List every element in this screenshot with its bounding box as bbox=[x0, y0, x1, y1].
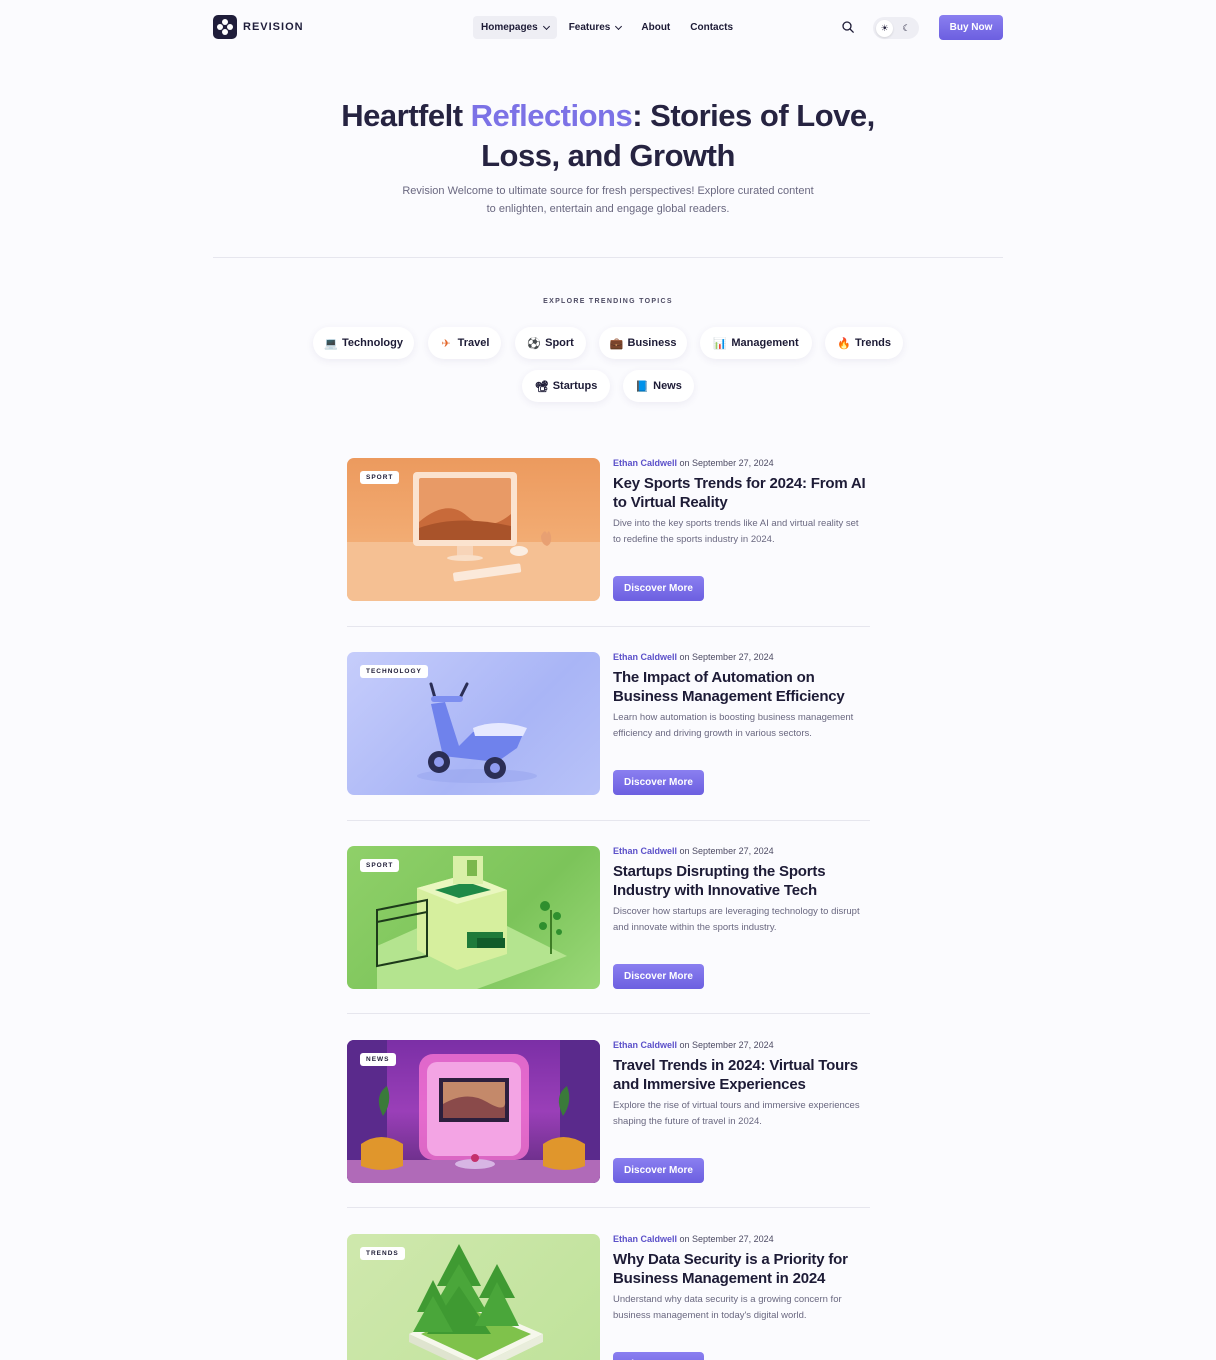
nav-contacts[interactable]: Contacts bbox=[682, 16, 741, 39]
post-divider bbox=[347, 626, 870, 627]
post-thumbnail[interactable]: SPORT bbox=[347, 846, 600, 989]
category-badge[interactable]: TRENDS bbox=[360, 1247, 405, 1260]
post-card: TECHNOLOGY Ethan Caldwell on September 2… bbox=[347, 652, 870, 795]
nav-label: About bbox=[641, 22, 671, 33]
briefcase-icon: 💼 bbox=[609, 337, 624, 350]
logo[interactable]: REVISION bbox=[213, 15, 304, 39]
topic-chip-startups[interactable]: 📽 Startups bbox=[522, 370, 610, 402]
post-title[interactable]: Why Data Security is a Priority for Busi… bbox=[613, 1251, 868, 1288]
nav-label: Features bbox=[568, 22, 611, 33]
topic-chip-sport[interactable]: ⚽ Sport bbox=[515, 327, 586, 359]
main-nav: Homepages Features About Contacts bbox=[473, 16, 745, 39]
search-icon[interactable] bbox=[842, 21, 854, 33]
moon-icon[interactable]: ☾ bbox=[898, 20, 915, 37]
category-badge[interactable]: TECHNOLOGY bbox=[360, 665, 428, 678]
topic-label: Business bbox=[627, 337, 677, 349]
divider bbox=[213, 257, 1003, 258]
post-title[interactable]: The Impact of Automation on Business Man… bbox=[613, 669, 868, 706]
buy-now-button[interactable]: Buy Now bbox=[939, 15, 1003, 40]
post-title[interactable]: Startups Disrupting the Sports Industry … bbox=[613, 863, 868, 900]
topic-chip-technology[interactable]: 💻 Technology bbox=[313, 327, 414, 359]
post-meta: Ethan Caldwell on September 27, 2024 bbox=[613, 652, 774, 662]
nav-about[interactable]: About bbox=[633, 16, 678, 39]
post-excerpt: Discover how startups are leveraging tec… bbox=[613, 906, 860, 933]
nav-homepages[interactable]: Homepages bbox=[473, 16, 557, 39]
post-divider bbox=[347, 1207, 870, 1208]
author-link[interactable]: Ethan Caldwell bbox=[613, 846, 677, 856]
post-excerpt: Explore the rise of virtual tours and im… bbox=[613, 1100, 860, 1127]
chevron-down-icon bbox=[615, 22, 623, 30]
topic-chip-trends[interactable]: 🔥 Trends bbox=[825, 327, 903, 359]
discover-more-button[interactable]: Discover More bbox=[613, 770, 704, 795]
topic-label: Technology bbox=[342, 337, 403, 349]
chevron-down-icon bbox=[542, 22, 550, 30]
topic-label: News bbox=[653, 380, 682, 392]
post-thumbnail[interactable]: TECHNOLOGY bbox=[347, 652, 600, 795]
post-card: SPORT Ethan Caldwell on September 27, 20… bbox=[347, 846, 870, 989]
airplane-icon: ✈ bbox=[441, 337, 451, 350]
discover-more-button[interactable]: Discover More bbox=[613, 964, 704, 989]
logo-text: REVISION bbox=[243, 21, 304, 33]
post-excerpt: Understand why data security is a growin… bbox=[613, 1294, 842, 1321]
topic-label: Sport bbox=[545, 337, 574, 349]
topic-label: Travel bbox=[457, 337, 490, 349]
author-link[interactable]: Ethan Caldwell bbox=[613, 1234, 677, 1244]
topics-heading: EXPLORE TRENDING TOPICS bbox=[543, 298, 673, 305]
post-date: on September 27, 2024 bbox=[679, 652, 774, 662]
hero-subtitle: Revision Welcome to ultimate source for … bbox=[402, 185, 814, 215]
post-card: SPORT Ethan Caldwell on September 27, 20… bbox=[347, 458, 870, 601]
discover-more-button[interactable]: Discover More bbox=[613, 1158, 704, 1183]
post-thumbnail[interactable]: SPORT bbox=[347, 458, 600, 601]
topic-label: Management bbox=[731, 337, 799, 349]
topic-chip-travel[interactable]: ✈ Travel bbox=[428, 327, 501, 359]
author-link[interactable]: Ethan Caldwell bbox=[613, 652, 677, 662]
category-badge[interactable]: NEWS bbox=[360, 1053, 396, 1066]
nav-label: Contacts bbox=[690, 22, 734, 33]
post-card: TRENDS Ethan Caldwell on September 27, 2… bbox=[347, 1234, 870, 1360]
topic-label: Startups bbox=[552, 380, 598, 392]
projector-icon: 📽 bbox=[534, 380, 549, 393]
post-date: on September 27, 2024 bbox=[679, 846, 774, 856]
nav-label: Homepages bbox=[481, 22, 538, 33]
author-link[interactable]: Ethan Caldwell bbox=[613, 1040, 677, 1050]
post-excerpt: Learn how automation is boosting busines… bbox=[613, 712, 854, 739]
laptop-icon: 💻 bbox=[324, 337, 338, 350]
post-title[interactable]: Travel Trends in 2024: Virtual Tours and… bbox=[613, 1057, 868, 1094]
post-date: on September 27, 2024 bbox=[679, 458, 774, 468]
post-meta: Ethan Caldwell on September 27, 2024 bbox=[613, 846, 774, 856]
post-excerpt: Dive into the key sports trends like AI … bbox=[613, 518, 859, 545]
post-date: on September 27, 2024 bbox=[679, 1040, 774, 1050]
theme-toggle[interactable]: ☀ ☾ bbox=[873, 17, 919, 39]
post-title[interactable]: Key Sports Trends for 2024: From AI to V… bbox=[613, 475, 868, 512]
hero-title-part1: Heartfelt bbox=[341, 98, 471, 133]
post-thumbnail[interactable]: TRENDS bbox=[347, 1234, 600, 1360]
hero-title-accent: Reflections bbox=[470, 98, 633, 133]
post-meta: Ethan Caldwell on September 27, 2024 bbox=[613, 458, 774, 468]
post-divider bbox=[347, 820, 870, 821]
discover-more-button[interactable]: Discover More bbox=[613, 576, 704, 601]
category-badge[interactable]: SPORT bbox=[360, 471, 400, 484]
discover-more-button[interactable]: Discover More bbox=[613, 1352, 704, 1360]
category-badge[interactable]: SPORT bbox=[360, 859, 400, 872]
post-divider bbox=[347, 1013, 870, 1014]
logo-icon bbox=[213, 15, 237, 39]
author-link[interactable]: Ethan Caldwell bbox=[613, 458, 677, 468]
topic-chip-news[interactable]: 📘 News bbox=[623, 370, 694, 402]
fire-icon: 🔥 bbox=[836, 337, 851, 350]
post-meta: Ethan Caldwell on September 27, 2024 bbox=[613, 1040, 774, 1050]
hero-title: Heartfelt Reflections: Stories of Love, … bbox=[308, 96, 908, 176]
post-meta: Ethan Caldwell on September 27, 2024 bbox=[613, 1234, 774, 1244]
topic-chip-management[interactable]: 📊 Management bbox=[700, 327, 812, 359]
bar-chart-icon: 📊 bbox=[713, 337, 728, 350]
post-thumbnail[interactable]: NEWS bbox=[347, 1040, 600, 1183]
topic-chip-business[interactable]: 💼 Business bbox=[599, 327, 687, 359]
site-header: REVISION Homepages Features About Contac… bbox=[0, 0, 1216, 56]
post-card: NEWS Ethan Caldwell on September 27, 202… bbox=[347, 1040, 870, 1183]
nav-features[interactable]: Features bbox=[561, 16, 630, 39]
book-icon: 📘 bbox=[635, 380, 649, 393]
sun-icon[interactable]: ☀ bbox=[876, 19, 893, 37]
topic-label: Trends bbox=[854, 337, 892, 349]
ball-icon: ⚽ bbox=[527, 337, 541, 350]
post-date: on September 27, 2024 bbox=[679, 1234, 774, 1244]
